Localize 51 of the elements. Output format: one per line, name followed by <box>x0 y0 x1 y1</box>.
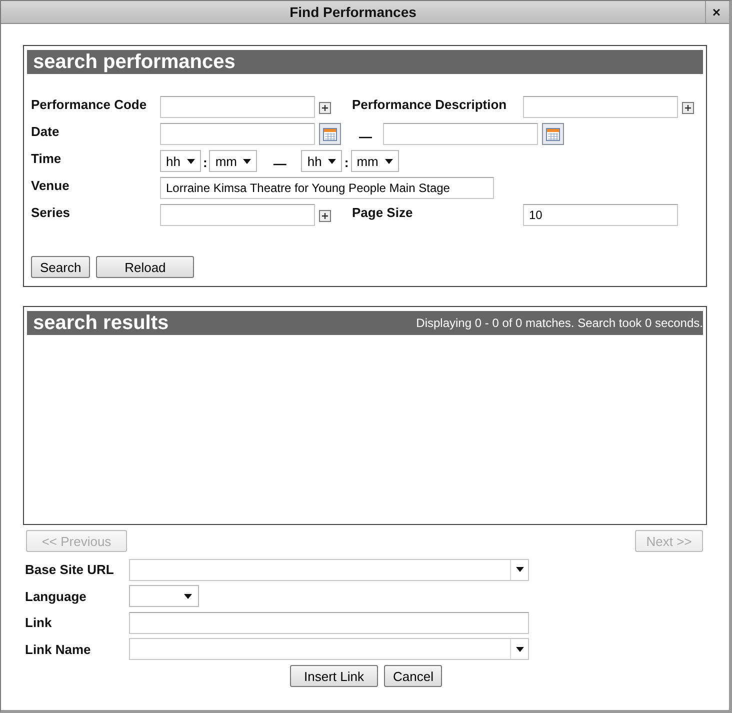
input-field[interactable]: Lorraine Kimsa Theatre for Young People Main Stage <box>160 177 494 199</box>
plus-icon[interactable] <box>682 102 694 114</box>
field-label: Base Site URL <box>25 562 115 577</box>
plus-icon[interactable] <box>319 102 331 114</box>
calendar-icon[interactable] <box>542 123 564 145</box>
caret-icon <box>516 567 524 572</box>
hour-select[interactable]: hh <box>160 150 201 172</box>
field-label: Time <box>31 150 62 166</box>
field-label: Link Name <box>25 642 92 656</box>
field-label: Series <box>31 204 72 220</box>
hour-select[interactable]: hh <box>301 150 342 172</box>
caret-icon <box>184 594 192 598</box>
minute-select[interactable]: mm <box>350 150 399 172</box>
caret-icon <box>516 646 524 652</box>
caret-icon <box>187 158 195 164</box>
input-field[interactable] <box>160 204 315 226</box>
field-label: Language <box>25 588 88 604</box>
calendar-icon[interactable] <box>319 123 341 145</box>
field-label: Performance Description <box>352 96 508 112</box>
time-colon: : <box>344 154 349 170</box>
section-header: search performances <box>27 50 703 74</box>
insert-link-button[interactable]: Insert Link <box>290 665 378 687</box>
range-dash: — <box>273 154 286 170</box>
field-label: Date <box>31 123 60 139</box>
range-dash: — <box>359 128 372 144</box>
close-button[interactable]: × <box>705 1 727 23</box>
minute-select[interactable]: mm <box>209 150 258 172</box>
input-field[interactable] <box>160 123 315 145</box>
combo-box[interactable] <box>129 638 529 660</box>
cancel-button[interactable]: Cancel <box>384 665 442 687</box>
language-select[interactable] <box>129 585 199 607</box>
caret-icon <box>243 158 252 164</box>
reload-button[interactable]: Reload <box>96 256 194 278</box>
plus-icon[interactable] <box>319 210 331 222</box>
caret-icon <box>384 158 393 164</box>
caret-icon <box>328 158 336 164</box>
window-title: Find Performances <box>288 4 418 20</box>
results-summary: Displaying 0 - 0 of 0 matches. Search took 0 seconds. <box>416 316 703 330</box>
input-field[interactable] <box>129 612 529 634</box>
section-title: search results <box>33 312 169 334</box>
input-field[interactable] <box>383 123 538 145</box>
field-label: Link <box>25 615 53 630</box>
combo-box[interactable] <box>129 558 529 580</box>
input-field[interactable] <box>160 96 315 118</box>
field-label: Venue <box>31 177 70 193</box>
input-field[interactable] <box>523 96 678 118</box>
field-label: Page Size <box>352 204 414 220</box>
input-field[interactable]: 10 <box>523 204 678 226</box>
field-label: Performance Code <box>31 96 148 112</box>
time-colon: : <box>203 154 208 170</box>
search-button[interactable]: Search <box>31 256 90 278</box>
